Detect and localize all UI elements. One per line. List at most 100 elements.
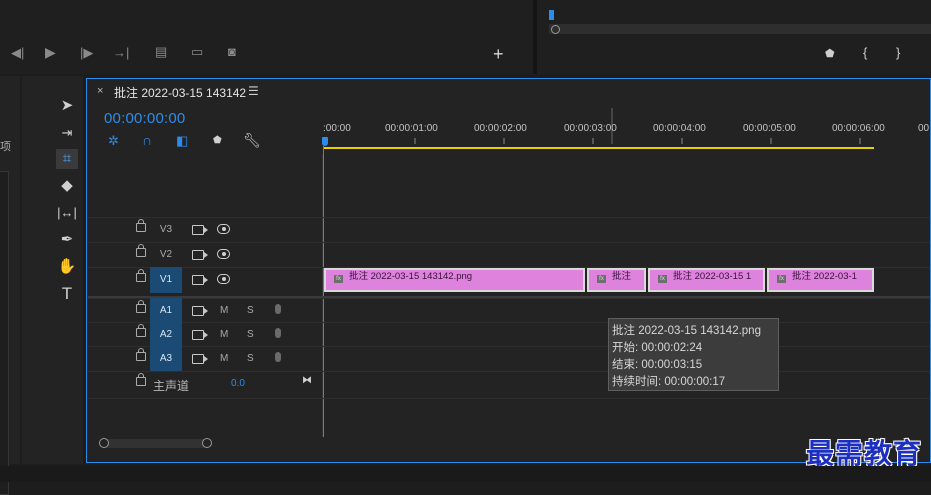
zoom-scrollbar[interactable]	[99, 438, 212, 448]
project-panel: 项	[0, 76, 20, 495]
marker-icon[interactable]: ⬟	[825, 47, 835, 61]
ripple-icon[interactable]: ✲	[108, 133, 119, 149]
track-name[interactable]: V2	[150, 243, 182, 267]
track-a1[interactable]: A1 M S	[88, 298, 930, 324]
track-name[interactable]: A2	[150, 322, 182, 348]
play-icon[interactable]: ▶	[45, 45, 56, 59]
zoom-handle-left[interactable]	[99, 438, 109, 448]
sync-lock-icon[interactable]	[192, 354, 208, 364]
tooltip-end: 结束: 00:00:03:15	[612, 359, 703, 371]
clip[interactable]: fx 批注 2022-03-15 143142.png	[324, 268, 585, 292]
pen-tool-icon[interactable]: ✒	[56, 230, 78, 250]
clip[interactable]: fx 批注 2022-03-1	[767, 268, 874, 292]
clip-label: 批注 2022-03-1	[792, 271, 857, 282]
tools-panel: ➤ ⇥ ⌗ ◆ |↔| ✒ ✋ T	[22, 76, 83, 464]
type-tool-icon[interactable]: T	[56, 284, 78, 304]
track-a2[interactable]: A2 M S	[88, 322, 930, 348]
mute-button[interactable]: M	[220, 299, 228, 323]
playhead-marker[interactable]	[549, 10, 554, 20]
lock-icon[interactable]	[136, 348, 146, 361]
fx-badge-icon: fx	[597, 275, 606, 283]
lock-icon[interactable]	[136, 300, 146, 313]
fx-badge-icon: fx	[777, 275, 786, 283]
camera-icon[interactable]: ◙	[228, 45, 236, 59]
source-monitor-controls: ⬟ { }	[537, 0, 931, 74]
solo-button[interactable]: S	[247, 299, 254, 323]
lock-icon[interactable]	[136, 269, 146, 282]
track-name[interactable]: V3	[150, 218, 182, 242]
timecode-display[interactable]: 00:00:00:00	[104, 110, 185, 127]
sync-lock-icon[interactable]	[192, 225, 208, 235]
tooltip-duration: 持续时间: 00:00:00:17	[612, 376, 726, 388]
solo-button[interactable]: S	[247, 323, 254, 347]
track-v2[interactable]: V2	[88, 242, 930, 267]
hand-tool-icon[interactable]: ✋	[56, 257, 78, 277]
clip-label: 批注 2022-03-15 1	[673, 271, 752, 282]
mute-button[interactable]: M	[220, 347, 228, 371]
eye-icon[interactable]	[217, 249, 230, 259]
zoom-handle-right[interactable]	[202, 438, 212, 448]
tooltip-start: 开始: 00:00:02:24	[612, 342, 703, 354]
add-button[interactable]: +	[493, 45, 504, 63]
track-select-tool-icon[interactable]: ⇥	[56, 123, 78, 143]
ruler-label: 00:00:05:00	[743, 123, 796, 134]
zoom-handle[interactable]	[551, 25, 560, 34]
eye-icon[interactable]	[217, 224, 230, 234]
wrench-icon[interactable]: 🔧︎	[243, 132, 261, 149]
selection-tool-icon[interactable]: ➤	[56, 96, 78, 116]
overwrite-icon[interactable]: ▭	[191, 45, 203, 59]
mark-out-icon[interactable]: }	[896, 46, 900, 60]
sync-lock-icon[interactable]	[192, 275, 208, 285]
sync-lock-icon[interactable]	[192, 250, 208, 260]
lock-icon[interactable]	[136, 219, 146, 232]
linked-selection-icon[interactable]: ◧	[176, 133, 188, 149]
lock-icon[interactable]	[136, 324, 146, 337]
program-monitor-controls: ◀| ▶ |▶ →| ▤ ▭ ◙ +	[0, 0, 533, 74]
mic-icon[interactable]	[275, 304, 281, 314]
sequence-tab-title[interactable]: 批注 2022-03-15 143142	[114, 84, 246, 101]
track-name[interactable]: V1	[150, 267, 182, 293]
clip[interactable]: fx 批注	[587, 268, 646, 292]
project-panel-label: 项	[0, 141, 11, 153]
solo-button[interactable]: S	[247, 347, 254, 371]
ruler-label: 00:00:01:00	[385, 123, 438, 134]
ruler-label: 00:00:06:00	[832, 123, 885, 134]
mic-icon[interactable]	[275, 328, 281, 338]
slip-tool-icon[interactable]: |↔|	[56, 203, 78, 223]
close-icon[interactable]: ×	[97, 85, 103, 97]
mute-button[interactable]: M	[220, 323, 228, 347]
track-a3[interactable]: A3 M S	[88, 346, 930, 372]
marker-icon[interactable]: ⬟	[213, 135, 222, 146]
lock-icon[interactable]	[136, 244, 146, 257]
eye-icon[interactable]	[217, 274, 230, 284]
track-master[interactable]: 主声道 0.0 ⧓	[88, 371, 930, 399]
ruler-label: :00:00	[323, 123, 351, 134]
work-area-bar[interactable]	[324, 147, 874, 149]
ripple-edit-tool-icon[interactable]: ⌗	[56, 149, 78, 169]
step-back-icon[interactable]: ◀|	[11, 46, 24, 60]
scrub-bar[interactable]	[549, 24, 931, 34]
clip-label: 批注	[612, 271, 632, 282]
playhead-handle[interactable]	[322, 137, 328, 146]
mic-icon[interactable]	[275, 352, 281, 362]
mark-in-icon[interactable]: {	[863, 46, 867, 60]
clip[interactable]: fx 批注 2022-03-15 1	[648, 268, 765, 292]
insert-icon[interactable]: ▤	[155, 45, 167, 59]
razor-tool-icon[interactable]: ◆	[56, 176, 78, 196]
track-name[interactable]: A3	[150, 346, 182, 372]
master-track-label: 主声道	[153, 379, 190, 393]
lock-icon[interactable]	[136, 373, 146, 386]
track-name[interactable]: A1	[150, 298, 182, 324]
clip-label: 批注 2022-03-15 143142.png	[349, 271, 473, 282]
sync-lock-icon[interactable]	[192, 330, 208, 340]
ruler-label: 00:00:03:00	[564, 123, 617, 134]
master-volume-value[interactable]: 0.0	[231, 378, 245, 389]
magnet-icon[interactable]: ∩	[142, 132, 152, 148]
go-to-end-icon[interactable]: ⧓	[302, 375, 312, 386]
sync-lock-icon[interactable]	[192, 306, 208, 316]
go-to-out-icon[interactable]: →|	[113, 46, 129, 60]
menu-icon[interactable]: ☰	[248, 84, 259, 98]
track-v3[interactable]: V3	[88, 217, 930, 242]
step-forward-icon[interactable]: |▶	[80, 46, 93, 60]
ruler-label: 00:00:04:00	[653, 123, 706, 134]
